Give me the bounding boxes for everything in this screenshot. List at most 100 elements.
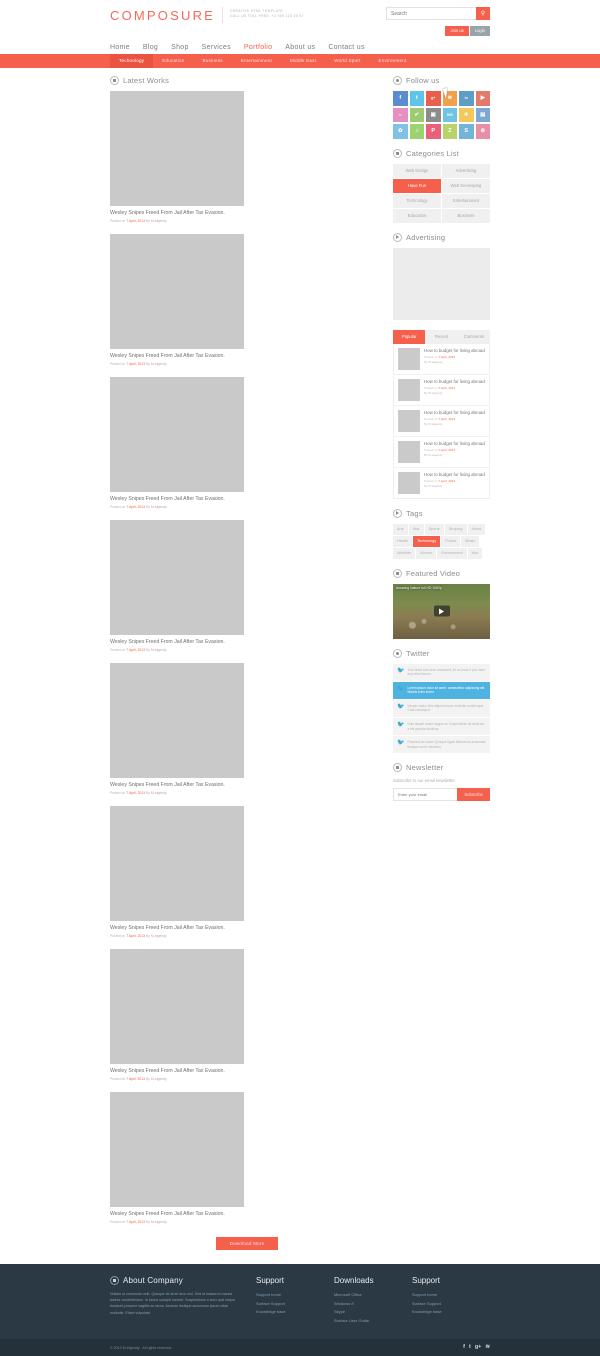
pinterest-icon[interactable]: P <box>426 124 441 139</box>
post-list-item[interactable]: How to budget for living abroad Posted on… <box>394 468 489 498</box>
google-plus-icon[interactable]: g+ <box>426 91 441 106</box>
evernote-icon[interactable]: ✔ <box>409 107 424 122</box>
dribbble-alt-icon[interactable]: ⊚ <box>475 124 490 139</box>
category-item-technology[interactable]: Technology <box>393 193 441 208</box>
newsletter-subscribe-button[interactable]: Subscribe <box>457 788 490 802</box>
search-input[interactable] <box>386 7 476 20</box>
linkedin-icon[interactable]: in <box>459 91 474 106</box>
skype-icon[interactable]: S <box>459 124 474 139</box>
twitter-icon[interactable]: t <box>469 1344 471 1351</box>
category-item-advertising[interactable]: Advertising <box>442 163 490 178</box>
tag-war[interactable]: War <box>467 547 483 559</box>
subnav-item-environment[interactable]: Environment <box>370 54 416 68</box>
join-us-button[interactable]: Join us <box>445 26 469 36</box>
tag-movies[interactable]: Movies <box>416 547 437 559</box>
advertisement-placeholder[interactable] <box>393 247 490 320</box>
deviantart-icon[interactable]: ✈ <box>459 107 474 122</box>
work-title[interactable]: Wesley Snipes Freed From Jail After Tax … <box>110 1211 244 1218</box>
work-thumbnail[interactable] <box>110 663 244 778</box>
post-list-item[interactable]: How to budget for living abroad Posted on… <box>394 375 489 406</box>
post-title[interactable]: How to budget for living abroad <box>424 410 485 416</box>
tweet-item[interactable]: 🐦 Duis aliquet auctor augue eu Suspendiss… <box>393 718 490 736</box>
tweet-item[interactable]: 🐦 Lorem ipsum dolor sit amet, consectetur… <box>393 681 490 699</box>
tag-war[interactable]: War <box>408 523 424 535</box>
zerply-icon[interactable]: Z <box>442 124 457 139</box>
footer-link[interactable]: Support home <box>412 1291 490 1300</box>
tag-arts[interactable]: Arts <box>393 523 408 535</box>
category-item-web-developing[interactable]: Web Developing <box>442 178 490 193</box>
nav-item-contact-us[interactable]: Contact us <box>328 41 364 54</box>
subnav-item-technology[interactable]: Technology <box>110 54 154 68</box>
work-title[interactable]: Wesley Snipes Freed From Jail After Tax … <box>110 210 244 217</box>
work-title[interactable]: Wesley Snipes Freed From Jail After Tax … <box>110 353 244 360</box>
nav-item-home[interactable]: Home <box>110 41 130 54</box>
youtube-icon[interactable]: ▶ <box>475 91 490 106</box>
post-list-item[interactable]: How to budget for living abroad Posted on… <box>394 406 489 437</box>
category-item-entertainment[interactable]: Entertainment <box>442 193 490 208</box>
work-title[interactable]: Wesley Snipes Freed From Jail After Tax … <box>110 925 244 932</box>
tweet-item[interactable]: 🐦 Praesent ac varius Quisque ligula Maece… <box>393 736 490 754</box>
flickr-icon[interactable]: •• <box>393 107 408 122</box>
work-title[interactable]: Wesley Snipes Freed From Jail After Tax … <box>110 1068 244 1075</box>
tag-music[interactable]: Music <box>461 535 480 547</box>
category-item-have-fun[interactable]: Have Fun <box>393 178 441 193</box>
nav-item-blog[interactable]: Blog <box>143 41 158 54</box>
google-plus-icon[interactable]: g+ <box>475 1344 482 1351</box>
newsletter-email-input[interactable] <box>393 788 458 802</box>
post-title[interactable]: How to budget for living abroad <box>424 441 485 447</box>
footer-link[interactable]: Surface Support <box>256 1300 334 1309</box>
nav-item-services[interactable]: Services <box>202 41 231 54</box>
work-item[interactable]: Wesley Snipes Freed From Jail After Tax … <box>110 806 244 939</box>
tag-weather[interactable]: Weather <box>393 547 416 559</box>
work-title[interactable]: Wesley Snipes Freed From Jail After Tax … <box>110 639 244 646</box>
facebook-icon[interactable]: f <box>393 91 408 106</box>
tag-future[interactable]: Future <box>441 535 461 547</box>
tab-comments[interactable]: Comments <box>457 329 490 344</box>
search-button[interactable]: ⚲ <box>476 7 490 20</box>
tweet-item[interactable]: 🐦 Your ticket has been answered, let us k… <box>393 663 490 681</box>
download-more-button[interactable]: Download More <box>215 1237 279 1250</box>
work-thumbnail[interactable] <box>110 234 244 349</box>
footer-link[interactable]: Microsoft Office <box>334 1291 412 1300</box>
subnav-item-entertainment[interactable]: Entertainment <box>232 54 281 68</box>
rss-icon[interactable]: ≋ <box>442 91 457 106</box>
subnav-item-business[interactable]: Business <box>193 54 231 68</box>
tag-autos[interactable]: Autos <box>467 523 486 535</box>
post-title[interactable]: How to budget for living abroad <box>424 348 485 354</box>
tag-technology[interactable]: Technology <box>412 535 441 547</box>
rss-icon[interactable]: ≋ <box>485 1344 490 1351</box>
footer-link[interactable]: Knowledge base <box>412 1308 490 1317</box>
work-item[interactable]: Wesley Snipes Freed From Jail After Tax … <box>110 91 244 224</box>
work-thumbnail[interactable] <box>110 377 244 492</box>
500px-icon[interactable]: 500 <box>442 107 457 122</box>
footer-link[interactable]: Knowledge base <box>256 1308 334 1317</box>
work-item[interactable]: Wesley Snipes Freed From Jail After Tax … <box>110 949 244 1082</box>
lastfm-icon[interactable]: ♫ <box>409 124 424 139</box>
instagram-icon[interactable]: ▣ <box>426 107 441 122</box>
dropbox-icon[interactable]: ▤ <box>475 107 490 122</box>
subnav-item-education[interactable]: Education <box>153 54 193 68</box>
work-thumbnail[interactable] <box>110 949 244 1064</box>
work-thumbnail[interactable] <box>110 1092 244 1207</box>
video-player[interactable]: Amazing Nature full HD 1080p <box>393 583 490 639</box>
facebook-icon[interactable]: f <box>463 1344 465 1351</box>
dribbble-icon[interactable]: ✿ <box>393 124 408 139</box>
nav-item-shop[interactable]: Shop <box>171 41 189 54</box>
subnav-item-world-sport[interactable]: World Sport <box>325 54 369 68</box>
work-item[interactable]: Wesley Snipes Freed From Jail After Tax … <box>110 520 244 653</box>
post-title[interactable]: How to budget for living abroad <box>424 472 485 478</box>
footer-link[interactable]: Skype <box>334 1308 412 1317</box>
work-thumbnail[interactable] <box>110 520 244 635</box>
footer-link[interactable]: Support home <box>256 1291 334 1300</box>
tag-health[interactable]: Health <box>393 535 412 547</box>
nav-item-about-us[interactable]: About us <box>285 41 315 54</box>
work-item[interactable]: Wesley Snipes Freed From Jail After Tax … <box>110 377 244 510</box>
nav-item-portfolio[interactable]: Portfolio <box>244 41 272 54</box>
work-item[interactable]: Wesley Snipes Freed From Jail After Tax … <box>110 1092 244 1225</box>
footer-link[interactable]: Surface Support <box>412 1300 490 1309</box>
post-list-item[interactable]: How to budget for living abroad Posted on… <box>394 437 489 468</box>
tag-environment[interactable]: Environment <box>437 547 467 559</box>
category-item-web-design[interactable]: Web Design <box>393 163 441 178</box>
category-item-education[interactable]: Education <box>393 208 441 223</box>
site-logo[interactable]: COMPOSURE <box>110 6 215 23</box>
